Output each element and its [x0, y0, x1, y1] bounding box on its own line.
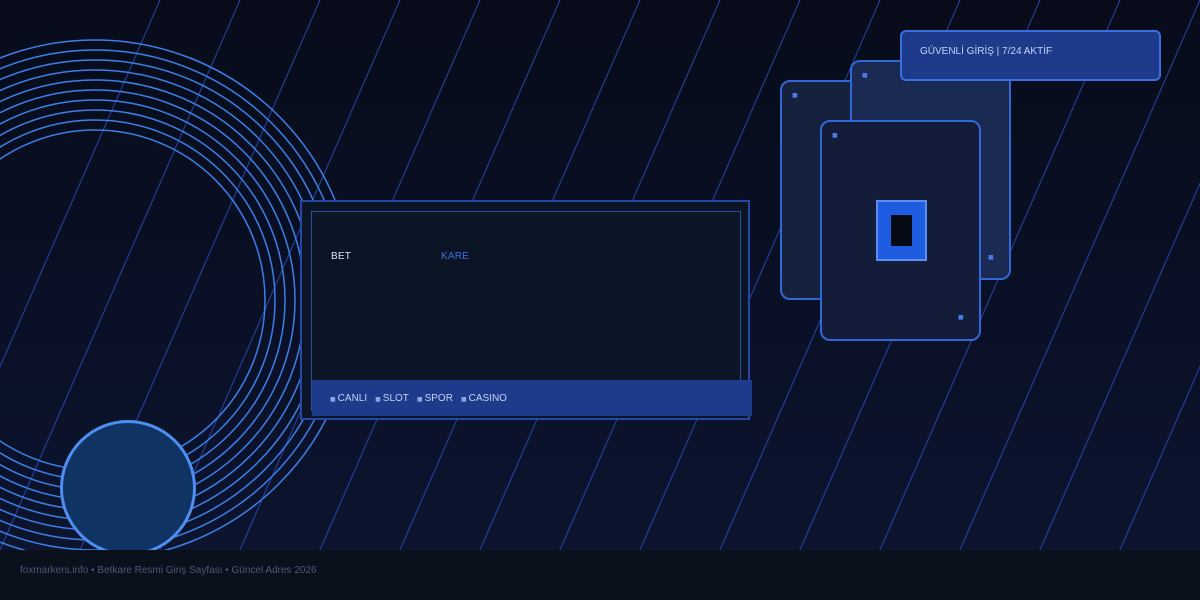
- sport-icon: ■: [416, 395, 423, 403]
- live-icon: ■: [330, 395, 336, 403]
- main-panel: BET KARE ■ CANLI ■ SLOT ■ SPOR ■ CASINO: [300, 200, 752, 420]
- card-suit-icon: [876, 200, 927, 261]
- secure-login-badge[interactable]: GÜVENLİ GİRİŞ | 7/24 AKTİF: [900, 30, 1161, 81]
- card-pip-icon: ■: [862, 72, 868, 79]
- footer-text: foxmarkers.info • Betkare Resmi Giriş Sa…: [20, 565, 317, 576]
- card-pip-icon: ■: [792, 92, 798, 99]
- brand-kare-text: KARE: [441, 251, 470, 262]
- footer: foxmarkers.info • Betkare Resmi Giriş Sa…: [0, 550, 1200, 600]
- brand-bet-text: BET: [331, 251, 352, 262]
- menu-item-label: SPOR: [424, 392, 453, 404]
- decorative-orb: [60, 420, 196, 556]
- slot-icon: ■: [375, 395, 381, 403]
- card-pip-icon: ■: [832, 132, 838, 139]
- menu-item-label: SLOT: [382, 392, 409, 404]
- menu-item-slot[interactable]: ■ SLOT: [375, 393, 409, 404]
- inner-panel-frame: BET KARE ■ CANLI ■ SLOT ■ SPOR ■ CASINO: [311, 211, 752, 416]
- badge-label: GÜVENLİ GİRİŞ | 7/24 AKTİF: [920, 46, 1053, 57]
- playing-card-front: ■ ■: [820, 120, 981, 341]
- menu-item-label: CASINO: [468, 392, 507, 404]
- menu-item-spor[interactable]: ■ SPOR: [417, 393, 453, 404]
- menu-item-canli[interactable]: ■ CANLI: [330, 393, 367, 404]
- category-menu: ■ CANLI ■ SLOT ■ SPOR ■ CASINO: [312, 380, 752, 416]
- casino-icon: ■: [460, 395, 467, 403]
- card-pip-icon: ■: [988, 254, 994, 261]
- hero-scene: BET KARE ■ CANLI ■ SLOT ■ SPOR ■ CASINO ■ ■ …: [0, 0, 1200, 600]
- card-pip-icon: ■: [958, 314, 964, 321]
- menu-item-label: CANLI: [337, 392, 368, 404]
- menu-item-casino[interactable]: ■ CASINO: [461, 393, 507, 404]
